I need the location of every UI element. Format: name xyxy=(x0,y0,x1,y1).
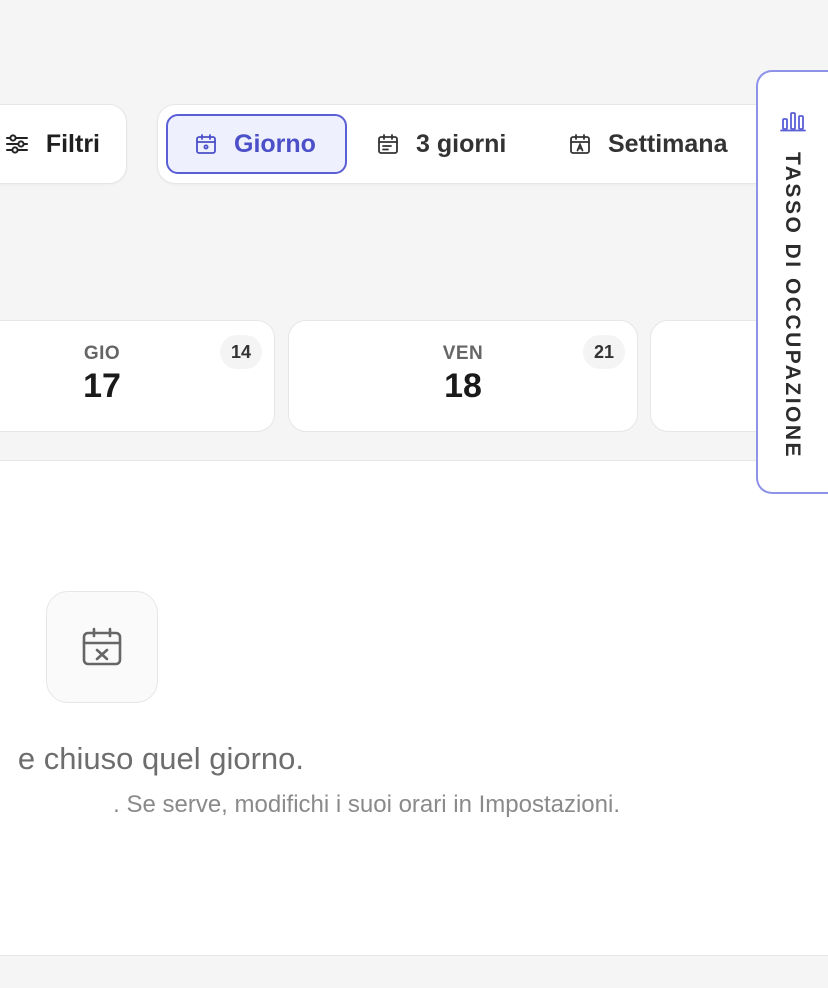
day-count-badge: 21 xyxy=(583,335,625,369)
empty-state-title: e chiuso quel giorno. xyxy=(17,741,304,776)
filters-button[interactable]: Filtri xyxy=(0,104,127,184)
view-day-button[interactable]: Giorno xyxy=(166,114,347,174)
empty-state-subtitle: . Se serve, modifichi i suoi orari in Im… xyxy=(113,791,620,818)
calendar-day-icon xyxy=(194,132,218,156)
view-3days-label: 3 giorni xyxy=(416,129,507,158)
view-week-button[interactable]: Settimana xyxy=(542,114,751,174)
calendar-week-icon xyxy=(568,132,592,156)
occupancy-rate-tab[interactable]: TASSO DI OCCUPAZIONE xyxy=(756,70,828,494)
day-num: 18 xyxy=(444,367,482,405)
day-content-panel: e chiuso quel giorno. . Se serve, modifi… xyxy=(0,460,828,956)
view-day-label: Giorno xyxy=(234,129,316,158)
app-root: Filtri Giorno 3 giorni Settimana GIO 17 … xyxy=(0,0,828,988)
calendar-closed-icon xyxy=(46,591,158,703)
filters-label: Filtri xyxy=(45,129,100,158)
view-3days-button[interactable]: 3 giorni xyxy=(350,114,530,174)
calendar-list-icon xyxy=(376,132,400,156)
day-card-thu[interactable]: GIO 17 14 xyxy=(0,320,275,432)
view-week-label: Settimana xyxy=(608,129,728,158)
day-num: 17 xyxy=(83,367,121,405)
bar-chart-icon xyxy=(780,110,806,132)
occupancy-rate-label: TASSO DI OCCUPAZIONE xyxy=(781,152,804,460)
day-card-fri[interactable]: VEN 18 21 xyxy=(288,320,638,432)
sliders-icon xyxy=(4,131,30,157)
view-switcher: Giorno 3 giorni Settimana xyxy=(157,104,828,184)
day-count-badge: 14 xyxy=(220,335,262,369)
